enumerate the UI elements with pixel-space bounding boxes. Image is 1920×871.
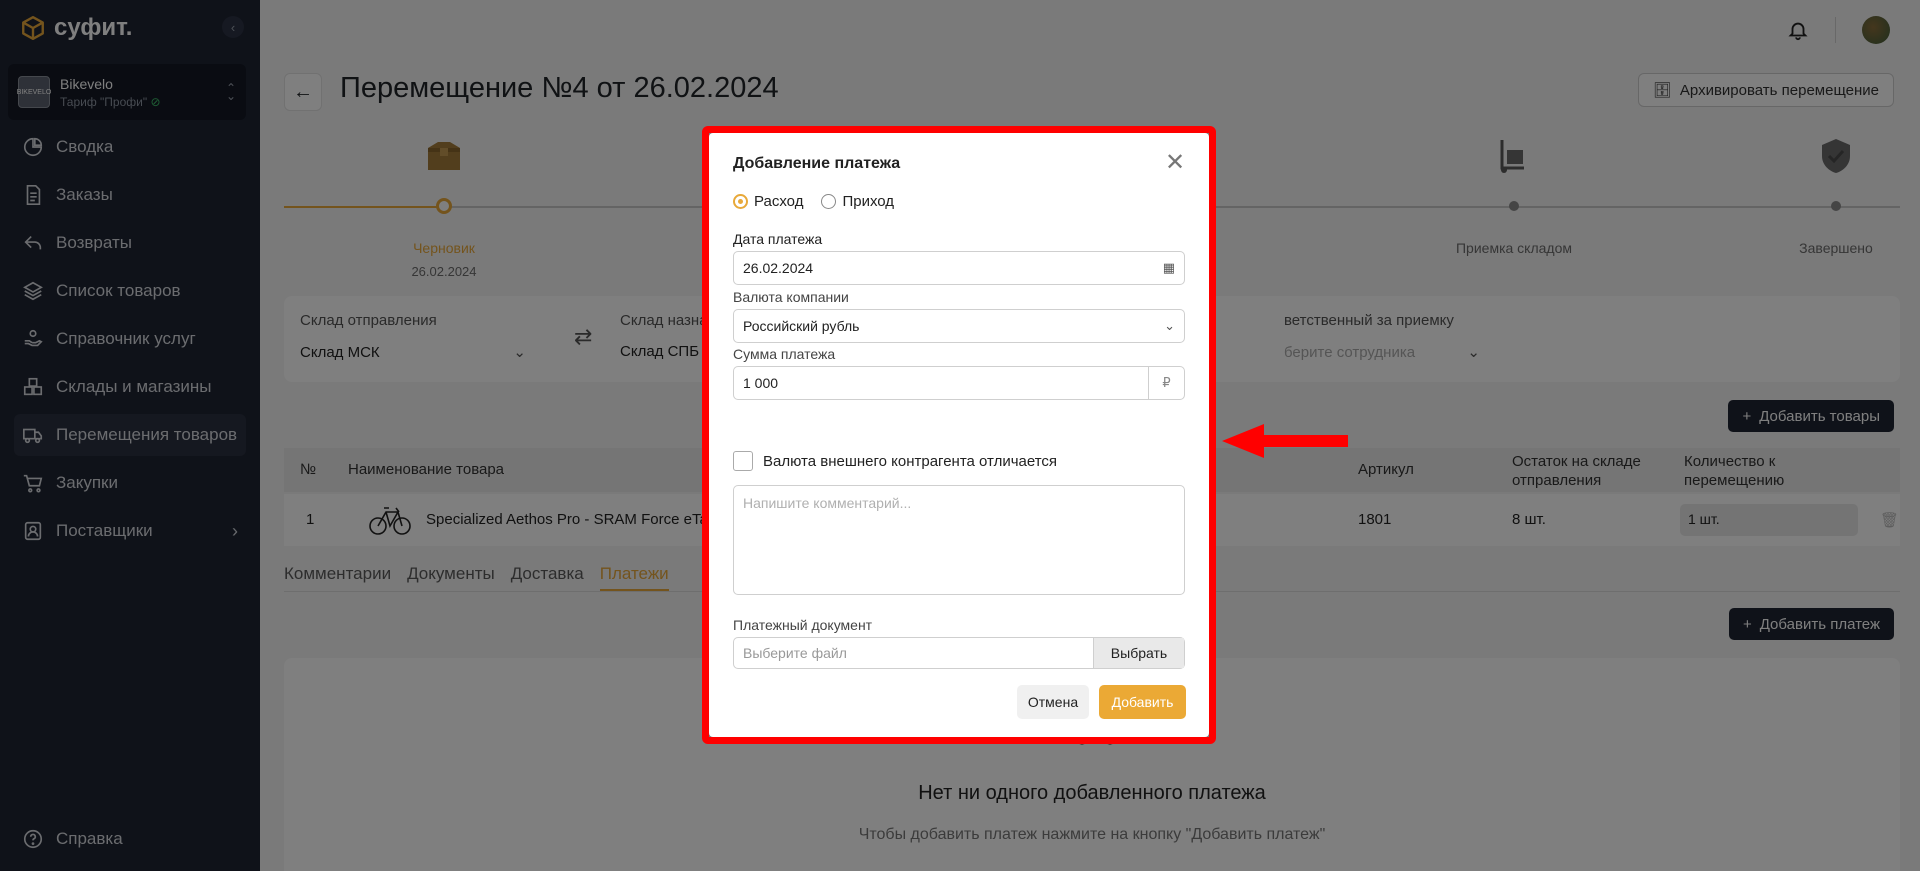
comment-textarea[interactable]: Напишите комментарий... xyxy=(733,485,1185,595)
checkbox-box xyxy=(733,451,753,471)
chevron-down-icon: ⌄ xyxy=(1164,318,1175,333)
close-icon[interactable]: ✕ xyxy=(1165,151,1185,175)
currency-select[interactable]: Российский рубль ⌄ xyxy=(733,309,1185,343)
currency-label: Валюта компании xyxy=(733,289,849,305)
add-payment-modal: Добавление платежа ✕ Расход Приход Дата … xyxy=(709,133,1209,737)
cancel-button[interactable]: Отмена xyxy=(1017,685,1089,719)
radio-income[interactable]: Приход xyxy=(821,193,894,210)
date-value: 26.02.2024 xyxy=(743,260,814,276)
modal-title: Добавление платежа xyxy=(733,155,901,172)
file-placeholder: Выберите файл xyxy=(743,645,847,661)
amount-input[interactable]: 1 000 ₽ xyxy=(733,366,1185,400)
calendar-icon[interactable]: ▦ xyxy=(1163,260,1175,276)
date-input[interactable]: 26.02.2024 ▦ xyxy=(733,251,1185,285)
choose-file-button[interactable]: Выбрать xyxy=(1093,638,1184,668)
foreign-currency-checkbox[interactable]: Валюта внешнего контрагента отличается xyxy=(733,451,1057,471)
amount-value: 1 000 xyxy=(743,375,779,391)
checkbox-label: Валюта внешнего контрагента отличается xyxy=(763,452,1058,470)
red-arrow-annotation xyxy=(1222,424,1348,458)
radio-expense[interactable]: Расход xyxy=(733,193,803,210)
currency-value: Российский рубль xyxy=(743,318,860,334)
date-label: Дата платежа xyxy=(733,231,823,247)
submit-button[interactable]: Добавить xyxy=(1099,685,1186,719)
radio-expense-label: Расход xyxy=(754,193,804,210)
document-label: Платежный документ xyxy=(733,617,873,633)
radio-unselected-icon xyxy=(821,194,837,209)
radio-selected-icon xyxy=(733,194,748,209)
ruble-icon: ₽ xyxy=(1148,367,1184,399)
amount-label: Сумма платежа xyxy=(733,346,836,362)
file-input[interactable]: Выберите файл Выбрать xyxy=(733,637,1185,669)
payment-type-radio-group: Расход Приход xyxy=(733,193,894,210)
radio-income-label: Приход xyxy=(842,193,895,210)
